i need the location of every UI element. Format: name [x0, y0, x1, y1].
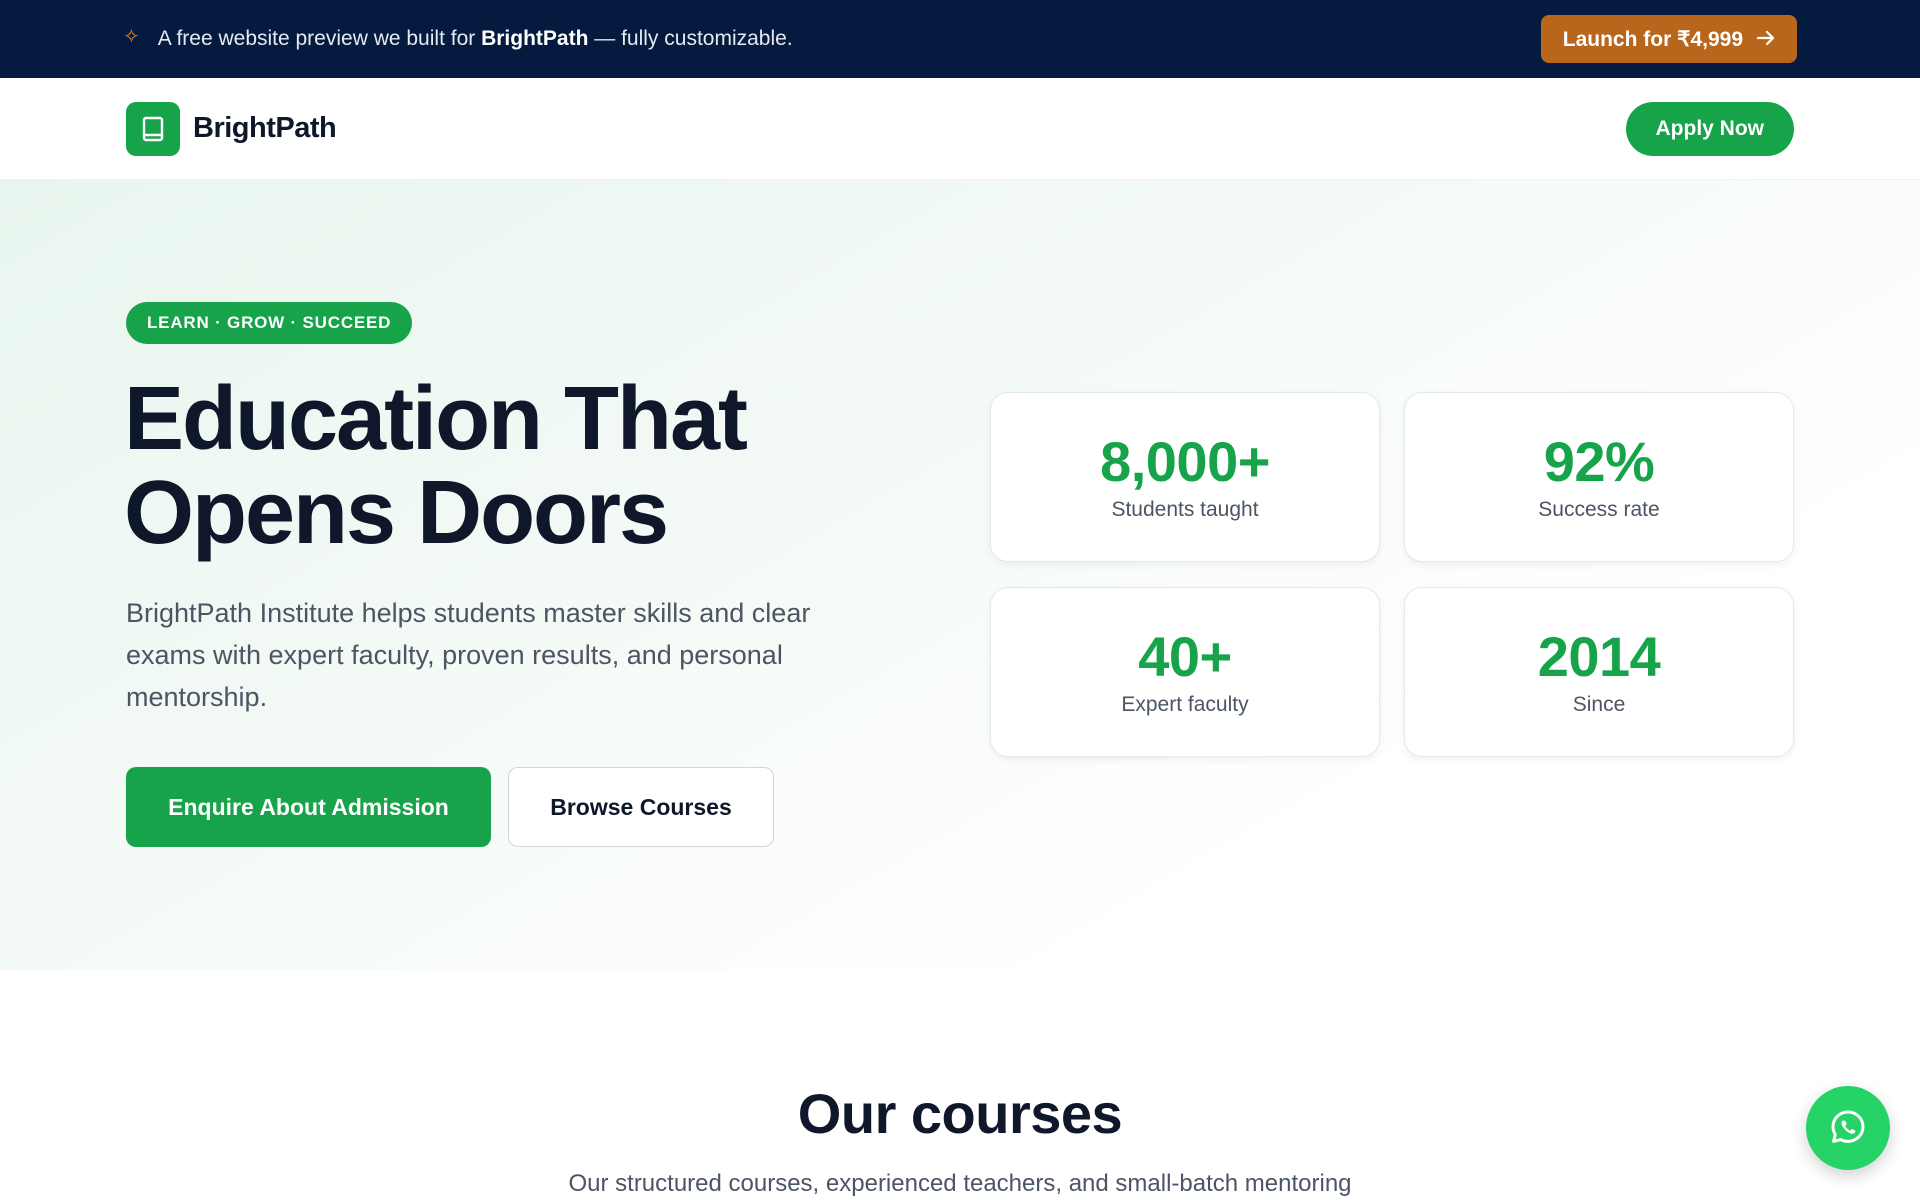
courses-subtitle: Our structured courses, experienced teac… — [568, 1170, 1352, 1197]
whatsapp-button[interactable] — [1806, 1086, 1890, 1170]
stat-card-since: 2014 Since — [1404, 587, 1794, 757]
stat-value: 92% — [1543, 430, 1655, 493]
stat-value: 40+ — [1138, 625, 1232, 688]
book-icon — [126, 101, 180, 156]
sparkle-icon: ✧ — [123, 25, 140, 48]
stat-card-students: 8,000+ Students taught — [990, 392, 1380, 562]
arrow-right-icon — [1756, 26, 1775, 52]
stat-card-success: 92% Success rate — [1404, 392, 1794, 562]
whatsapp-icon — [1828, 1107, 1868, 1150]
hero-title: Education That Opens Doors — [124, 372, 944, 560]
stat-value: 2014 — [1537, 625, 1661, 688]
promo-brand: BrightPath — [481, 27, 589, 50]
browse-courses-button[interactable]: Browse Courses — [508, 767, 774, 847]
hero-section: LEARN · GROW · SUCCEED Education That Op… — [0, 180, 1920, 970]
stat-label: Expert faculty — [1121, 693, 1249, 716]
site-header: BrightPath Apply Now — [0, 78, 1920, 180]
brand-name: BrightPath — [193, 112, 337, 144]
courses-title: Our courses — [797, 1082, 1123, 1145]
promo-message: ✧ A free website preview we built for Br… — [123, 25, 793, 51]
hero-title-line2: Opens Doors — [124, 463, 669, 563]
launch-button-label: Launch for ₹4,999 — [1562, 27, 1743, 51]
hero-title-line1: Education That — [124, 369, 748, 469]
enquire-admission-button[interactable]: Enquire About Admission — [126, 767, 491, 847]
hero-subtitle: BrightPath Institute helps students mast… — [126, 598, 811, 712]
stat-label: Since — [1572, 693, 1626, 716]
stat-label: Students taught — [1111, 498, 1259, 521]
promo-text: A free website preview we built for Brig… — [157, 27, 793, 50]
launch-button[interactable]: Launch for ₹4,999 — [1540, 15, 1797, 63]
apply-now-button[interactable]: Apply Now — [1625, 101, 1794, 156]
tagline-badge: LEARN · GROW · SUCCEED — [126, 302, 413, 344]
brand[interactable]: BrightPath — [126, 101, 337, 156]
promo-bar: ✧ A free website preview we built for Br… — [0, 0, 1920, 78]
stat-label: Success rate — [1538, 498, 1660, 521]
stat-card-faculty: 40+ Expert faculty — [990, 587, 1380, 757]
stat-value: 8,000+ — [1100, 430, 1270, 493]
